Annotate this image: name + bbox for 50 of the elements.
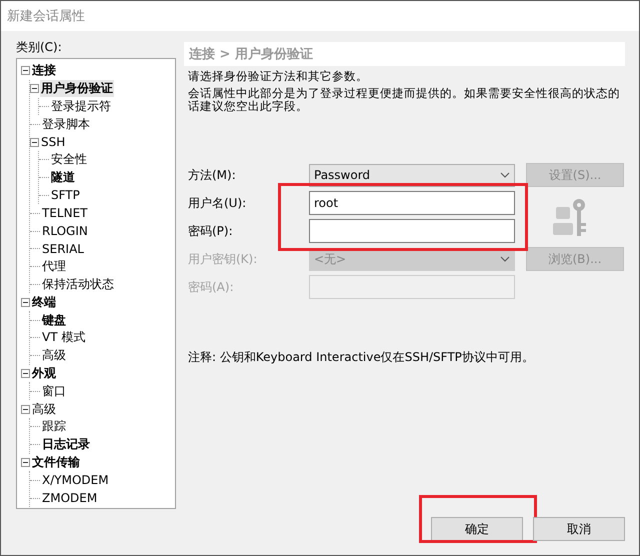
intro-text: 请选择身份验证方法和其它参数。 [188,70,369,83]
tree-item[interactable]: 登录脚本 [41,116,91,133]
collapse-toggle[interactable] [21,298,30,307]
username-field[interactable]: root [309,191,515,215]
field-label: 方法(M): [188,166,237,184]
tree-item[interactable]: RLOGIN [41,224,89,238]
description-text: 会话属性中此部分是为了登录过程更便捷而提供的。如果需要安全性很高的状态的话建议您空出此字段。 [188,87,620,113]
tree-item[interactable]: SSH [40,135,66,150]
password-field[interactable] [309,219,515,243]
tree-item[interactable]: SERIAL [41,242,85,256]
tree-item[interactable]: 高级 [41,347,67,364]
tree-item[interactable]: 保持活动状态 [41,276,115,293]
tree-item[interactable]: 登录提示符 [50,98,112,115]
collapse-toggle[interactable] [30,84,39,94]
field-label: 密码(A): [188,278,235,296]
collapse-toggle[interactable] [21,404,30,414]
tree-item[interactable]: 安全性 [50,151,88,168]
tree-item[interactable]: 终端 [31,294,57,311]
tree-item[interactable]: TELNET [41,206,88,220]
tree-item[interactable]: ZMODEM [41,491,98,506]
field-label: 密码(P): [188,222,234,240]
tree-item[interactable]: 跟踪 [41,418,67,436]
tree-item[interactable]: 键盘 [41,312,67,329]
collapse-toggle[interactable] [21,368,30,378]
tree-item[interactable]: 连接 [31,62,57,80]
tree-item[interactable]: VT 模式 [41,329,86,346]
tree-item[interactable]: 日志记录 [41,436,91,454]
window-title: 新建会话属性 [7,8,85,25]
tree-item[interactable]: 高级 [31,400,57,418]
tree-item[interactable]: 窗口 [41,382,67,400]
cancel-button[interactable]: 取消 [533,517,625,541]
ok-button[interactable]: 确定 [431,517,523,541]
field-label: 用户密钥(K): [188,250,258,268]
category-label: 类别(C): [16,39,63,56]
user-key-icon [552,197,588,237]
collapse-toggle[interactable] [21,458,30,467]
tree-item[interactable]: 文件传输 [31,454,81,471]
tree-item[interactable]: X/YMODEM [41,473,110,488]
note-text: 注释: 公钥和Keyboard Interactive仅在SSH/SFTP协议中可用。 [188,349,535,366]
tree-item[interactable]: 用户身份验证 [40,80,114,98]
tree-item[interactable]: SFTP [50,188,81,202]
collapse-toggle[interactable] [30,138,39,147]
breadcrumb: 连接 > 用户身份验证 [189,46,313,63]
field-label: 用户名(U): [188,194,248,212]
tree-item[interactable]: 代理 [41,258,67,276]
tree-item[interactable]: 外观 [31,364,57,382]
collapse-toggle[interactable] [21,66,30,76]
chevron-down-icon [500,256,510,262]
tree-item[interactable]: 隧道 [50,169,76,186]
chevron-down-icon [500,172,510,178]
